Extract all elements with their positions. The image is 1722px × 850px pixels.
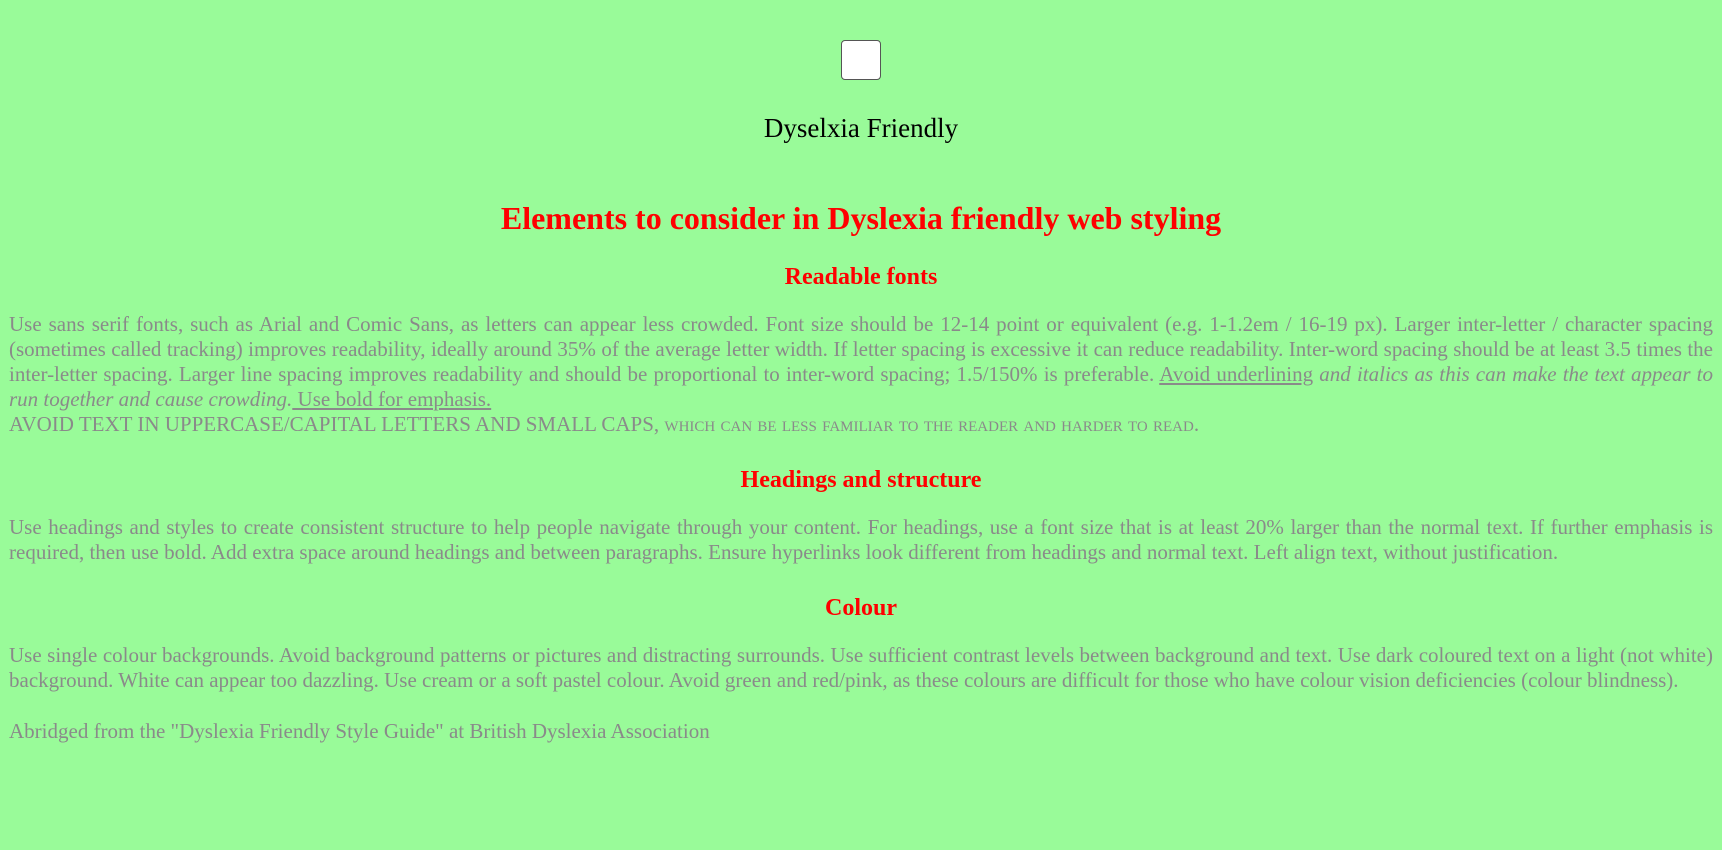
dyslexia-friendly-label[interactable]: Dyselxia Friendly bbox=[9, 112, 1713, 144]
fonts-text-underline: Avoid underlining bbox=[1159, 362, 1314, 386]
fonts-text-smallcaps: which can be less familiar to the reader… bbox=[664, 412, 1200, 436]
heading-structure: Headings and structure bbox=[740, 467, 982, 493]
fonts-text-uppercase: AVOID TEXT IN UPPERCASE/CAPITAL LETTERS … bbox=[9, 412, 665, 436]
heading-colour: Colour bbox=[825, 595, 897, 621]
page-title: Elements to consider in Dyslexia friendl… bbox=[500, 200, 1222, 236]
heading-readable-fonts: Readable fonts bbox=[784, 264, 938, 290]
source-credit: Abridged from the "Dyslexia Friendly Sty… bbox=[9, 719, 710, 743]
paragraph-colour: Use single colour backgrounds. Avoid bac… bbox=[9, 643, 1713, 692]
page: Dyselxia Friendly Elements to consider i… bbox=[0, 0, 1722, 744]
paragraph-structure: Use headings and styles to create consis… bbox=[9, 515, 1713, 564]
fonts-text-bold-note: Use bold for emphasis. bbox=[292, 387, 492, 411]
dyslexia-toggle-wrapper bbox=[9, 0, 1713, 82]
paragraph-readable-fonts: Use sans serif fonts, such as Arial and … bbox=[9, 312, 1713, 437]
dyslexia-friendly-checkbox[interactable] bbox=[841, 40, 881, 80]
